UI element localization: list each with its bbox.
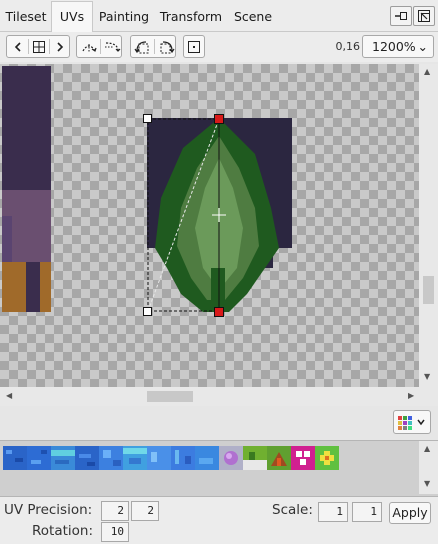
scale-label: Scale: [272,502,313,518]
tile-strip-scrollbar[interactable]: ▲ ▼ [419,441,438,494]
uv-viewport[interactable] [0,64,419,387]
rotation-label: Rotation: [32,523,94,539]
tile-strip[interactable]: ▲ ▼ [0,440,438,497]
flip-horizontal-button[interactable] [77,36,100,57]
scroll-left-icon[interactable]: ◀ [6,391,12,400]
corner-handle-bottom-left[interactable] [143,307,152,316]
uv-precision-y-input[interactable]: 2 [131,501,159,521]
vertical-scroll-thumb[interactable] [423,276,434,304]
flip-vertical-button[interactable] [101,36,123,57]
scale-y-input[interactable]: 1 [352,502,382,522]
uv-precision-label: UV Precision: [4,502,93,518]
zoom-value: 1200% [372,39,416,54]
rotation-input[interactable]: 10 [101,522,129,542]
tab-bar: Tileset UVs Painting Transform Scene [0,0,438,32]
next-button[interactable] [50,36,70,57]
rotate-ccw-button[interactable] [131,36,154,57]
rotate-cw-button[interactable] [155,36,177,57]
flip-horizontal-icon [81,43,97,53]
tab-scene[interactable]: Scene [230,3,276,30]
chevron-down-icon: ⌄ [417,39,428,54]
tab-uvs[interactable]: UVs [51,1,93,32]
tile-grid-icon [33,40,45,53]
uv-precision-x-input[interactable]: 2 [101,501,129,521]
chevron-right-icon [57,41,64,52]
undock-button[interactable] [390,6,412,26]
tab-tileset[interactable]: Tileset [3,3,49,30]
tab-transform[interactable]: Transform [158,3,224,30]
horizontal-scrollbar[interactable]: ◀ ▶ [0,387,438,406]
maximize-icon [418,10,430,22]
undock-icon [395,12,407,20]
chevron-left-icon [14,41,21,52]
scale-x-input[interactable]: 1 [318,502,348,522]
center-button[interactable] [183,35,205,58]
tile-grid-button[interactable] [29,36,49,57]
flip-group [76,35,122,58]
rotate-group [130,35,176,58]
uv-coordinate-readout: 0,16 [335,40,361,53]
tab-painting[interactable]: Painting [94,3,154,30]
tile-thumbnails [3,446,339,470]
maximize-button[interactable] [413,6,435,26]
rotate-cw-icon [160,40,175,53]
zoom-select[interactable]: 1200% ⌄ [362,35,434,58]
tile-scroll-down-icon[interactable]: ▼ [424,479,430,488]
apply-button[interactable]: Apply [389,502,431,524]
scroll-down-icon[interactable]: ▼ [424,372,430,381]
vertical-scrollbar[interactable]: ▲ ▼ [419,64,438,387]
tile-scroll-up-icon[interactable]: ▲ [424,444,430,453]
horizontal-scroll-thumb[interactable] [147,391,193,402]
color-grid-icon [398,416,425,430]
scroll-up-icon[interactable]: ▲ [424,67,430,76]
grid-options-button[interactable] [393,410,431,434]
corner-handle-bottom-right[interactable] [214,307,224,317]
scroll-right-icon[interactable]: ▶ [408,391,414,400]
corner-handle-top-right[interactable] [214,114,224,124]
navigation-group [6,35,70,58]
corner-handle-top-left[interactable] [143,114,152,123]
flip-vertical-icon [105,41,121,52]
uv-selection [147,118,226,312]
neighbor-tile [2,66,51,312]
prev-button[interactable] [7,36,28,57]
rotate-ccw-icon [134,40,148,53]
center-icon [188,40,200,53]
